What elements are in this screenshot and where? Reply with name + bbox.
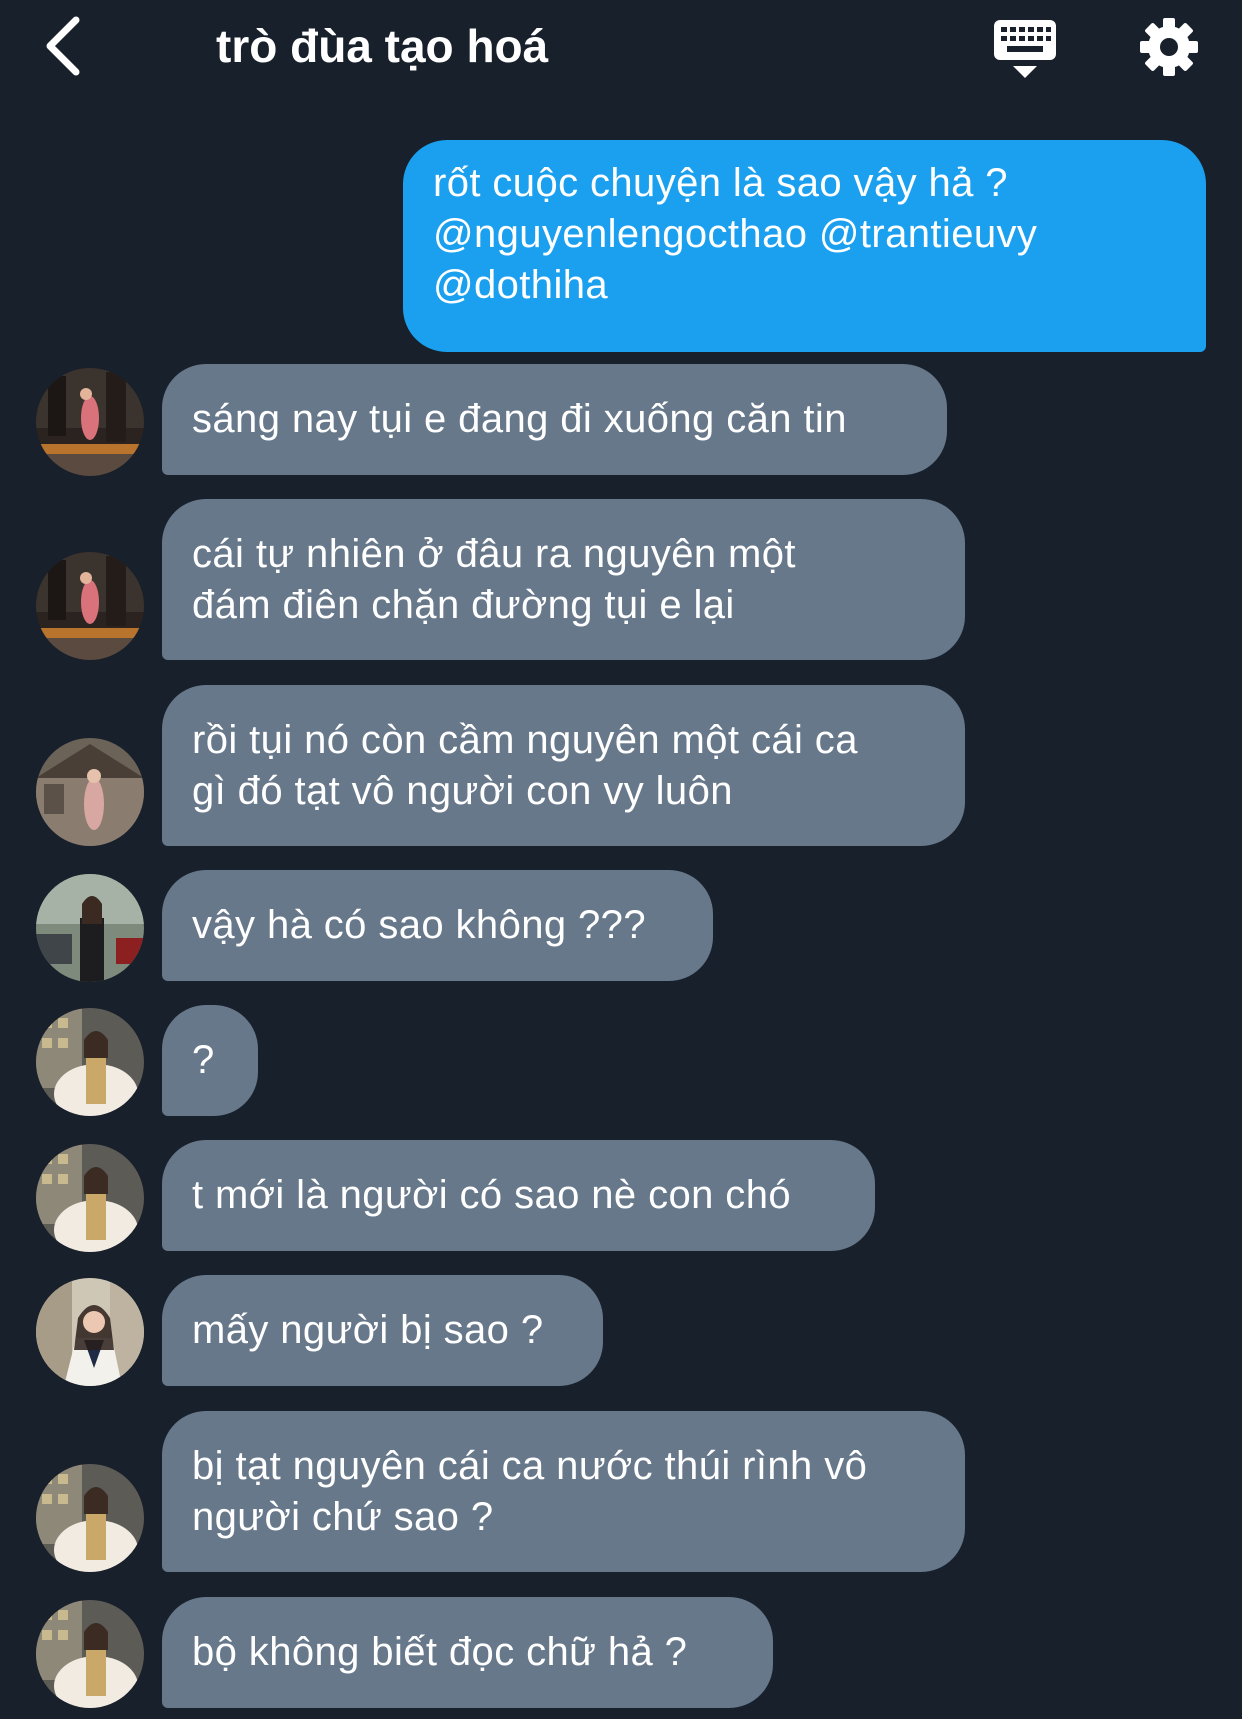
back-button[interactable]: [40, 14, 100, 78]
outgoing-message-bubble[interactable]: rốt cuộc chuyện là sao vậy hả ? @nguyenl…: [403, 140, 1206, 352]
avatar[interactable]: [36, 552, 144, 660]
avatar[interactable]: [36, 1464, 144, 1572]
incoming-message-bubble[interactable]: vậy hà có sao không ???: [162, 870, 713, 981]
incoming-message-bubble[interactable]: sáng nay tụi e đang đi xuống căn tin: [162, 364, 947, 475]
settings-button[interactable]: [1138, 16, 1200, 78]
chevron-left-icon: [46, 16, 80, 76]
avatar[interactable]: [36, 874, 144, 982]
gear-icon: [1140, 18, 1198, 76]
incoming-message-bubble[interactable]: bộ không biết đọc chữ hả ?: [162, 1597, 773, 1708]
header: trò đùa tạo hoá: [0, 0, 1242, 110]
avatar[interactable]: [36, 368, 144, 476]
avatar[interactable]: [36, 738, 144, 846]
avatar[interactable]: [36, 1278, 144, 1386]
avatar[interactable]: [36, 1008, 144, 1116]
incoming-message-bubble[interactable]: t mới là người có sao nè con chó: [162, 1140, 875, 1251]
incoming-message-bubble[interactable]: ?: [162, 1005, 258, 1116]
keyboard-toggle-button[interactable]: [992, 18, 1058, 82]
avatar[interactable]: [36, 1144, 144, 1252]
incoming-message-bubble[interactable]: bị tạt nguyên cái ca nước thúi rình vô n…: [162, 1411, 965, 1572]
chat-title: trò đùa tạo hoá: [216, 20, 549, 72]
incoming-message-bubble[interactable]: cái tự nhiên ở đâu ra nguyên một đám điê…: [162, 499, 965, 660]
keyboard-icon: [994, 20, 1056, 78]
avatar[interactable]: [36, 1600, 144, 1708]
incoming-message-bubble[interactable]: rồi tụi nó còn cầm nguyên một cái ca gì …: [162, 685, 965, 846]
incoming-message-bubble[interactable]: mấy người bị sao ?: [162, 1275, 603, 1386]
